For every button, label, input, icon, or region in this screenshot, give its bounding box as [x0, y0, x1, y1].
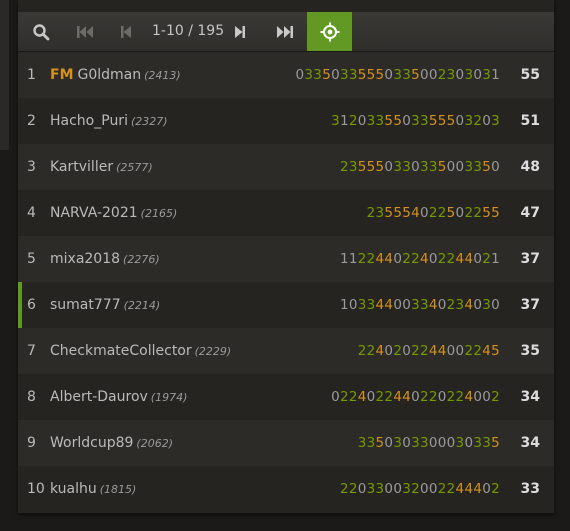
- score-sheet: 235550330335003350: [339, 159, 500, 175]
- player-rank: 6: [27, 297, 36, 313]
- player-name[interactable]: G0ldman: [78, 67, 142, 83]
- player-title: FM: [50, 67, 74, 83]
- player-row[interactable]: 6 sumat777 (2214) 103344003340234030 37: [18, 282, 554, 328]
- score-sheet: 2240202244002245: [357, 343, 500, 359]
- player-rank: 7: [27, 343, 36, 359]
- player-rank: 10: [27, 481, 45, 497]
- player-rating: (2413): [144, 69, 181, 82]
- player-name[interactable]: mixa2018: [50, 251, 120, 267]
- score-sheet: 3350303300030335: [357, 435, 500, 451]
- tournament-standings: 1-10 / 195 1 FM G0ldman (2413) 033503355…: [18, 0, 554, 513]
- player-score: 51: [520, 113, 540, 129]
- player-row[interactable]: 4 NARVA-2021 (2165) 235554022502255 47: [18, 190, 554, 236]
- score-sheet: 03350335550335002303031: [295, 67, 500, 83]
- player-name-cell[interactable]: mixa2018 (2276): [50, 236, 160, 283]
- player-score: 35: [520, 343, 540, 359]
- player-rating: (2327): [130, 115, 168, 128]
- player-row[interactable]: 2 Hacho_Puri (2327) 3120335503355503203 51: [18, 98, 554, 144]
- search-icon: [33, 23, 50, 40]
- player-name-cell[interactable]: CheckmateCollector (2229): [50, 328, 231, 375]
- player-score: 47: [520, 205, 540, 221]
- score-sheet: 220330032002244402: [339, 481, 500, 497]
- player-name-cell[interactable]: Hacho_Puri (2327): [50, 98, 168, 145]
- player-name[interactable]: Worldcup89: [50, 435, 133, 451]
- player-row[interactable]: 5 mixa2018 (2276) 112244022402244021 37: [18, 236, 554, 282]
- next-page-icon: [235, 25, 245, 38]
- player-rating: (1815): [99, 483, 137, 496]
- page-range: 1-10 / 195: [152, 23, 225, 39]
- player-name[interactable]: Hacho_Puri: [50, 113, 128, 129]
- player-name[interactable]: sumat777: [50, 297, 121, 313]
- score-sheet: 0224022440220224002: [331, 389, 500, 405]
- player-name[interactable]: NARVA-2021: [50, 205, 138, 221]
- player-name-cell[interactable]: NARVA-2021 (2165): [50, 190, 177, 237]
- player-score: 55: [520, 67, 540, 83]
- last-page-icon: [277, 25, 293, 38]
- player-row[interactable]: 3 Kartviller (2577) 235550330335003350 48: [18, 144, 554, 190]
- player-row[interactable]: 8 Albert-Daurov (1974) 0224022440220224002 3…: [18, 374, 554, 420]
- standings-toolbar: 1-10 / 195: [18, 12, 554, 52]
- player-name-cell[interactable]: Worldcup89 (2062): [50, 420, 173, 467]
- player-rank: 8: [27, 389, 36, 405]
- player-rating: (2276): [123, 253, 160, 266]
- player-score: 37: [520, 297, 540, 313]
- standings-list: 1 FM G0ldman (2413) 03350335550335002303031 5…: [18, 52, 554, 512]
- player-rank: 4: [27, 205, 36, 221]
- player-score: 34: [520, 435, 540, 451]
- player-rating: (1974): [150, 391, 188, 404]
- player-name-cell[interactable]: kualhu (1815): [50, 466, 136, 513]
- score-sheet: 235554022502255: [366, 205, 500, 221]
- score-sheet: 112244022402244021: [339, 251, 500, 267]
- player-name-cell[interactable]: Albert-Daurov (1974): [50, 374, 187, 421]
- previous-page-icon: [121, 25, 131, 38]
- left-edge: [0, 0, 9, 150]
- player-score: 34: [520, 389, 540, 405]
- first-page-button[interactable]: [70, 12, 100, 51]
- player-rank: 3: [27, 159, 36, 175]
- player-rank: 1: [27, 67, 36, 83]
- player-rating: (2062): [136, 437, 173, 450]
- player-rating: (2214): [123, 299, 161, 312]
- score-sheet: 3120335503355503203: [331, 113, 500, 129]
- player-score: 33: [520, 481, 540, 497]
- search-button[interactable]: [26, 12, 56, 51]
- score-sheet: 103344003340234030: [339, 297, 500, 313]
- first-page-icon: [77, 25, 93, 38]
- last-page-button[interactable]: [270, 12, 300, 51]
- player-row[interactable]: 10 kualhu (1815) 220330032002244402 33: [18, 466, 554, 512]
- player-rating: (2165): [140, 207, 178, 220]
- player-rating: (2229): [194, 345, 232, 358]
- player-score: 37: [520, 251, 540, 267]
- player-rating: (2577): [116, 161, 153, 174]
- player-name[interactable]: kualhu: [50, 481, 97, 497]
- player-name-cell[interactable]: Kartviller (2577): [50, 144, 153, 191]
- next-page-button[interactable]: [228, 12, 252, 51]
- player-name[interactable]: CheckmateCollector: [50, 343, 192, 359]
- previous-page-button[interactable]: [114, 12, 138, 51]
- player-rank: 9: [27, 435, 36, 451]
- crosshair-icon: [320, 22, 339, 41]
- player-rank: 2: [27, 113, 36, 129]
- player-rank: 5: [27, 251, 36, 267]
- player-name-cell[interactable]: sumat777 (2214): [50, 282, 160, 329]
- player-row[interactable]: 7 CheckmateCollector (2229) 224020224400224…: [18, 328, 554, 374]
- player-score: 48: [520, 159, 540, 175]
- player-name[interactable]: Kartviller: [50, 159, 113, 175]
- player-row[interactable]: 1 FM G0ldman (2413) 03350335550335002303031 5…: [18, 52, 554, 98]
- find-me-button[interactable]: [307, 12, 352, 51]
- player-name-cell[interactable]: FM G0ldman (2413): [50, 52, 181, 99]
- player-name[interactable]: Albert-Daurov: [50, 389, 148, 405]
- player-row[interactable]: 9 Worldcup89 (2062) 3350303300030335 34: [18, 420, 554, 466]
